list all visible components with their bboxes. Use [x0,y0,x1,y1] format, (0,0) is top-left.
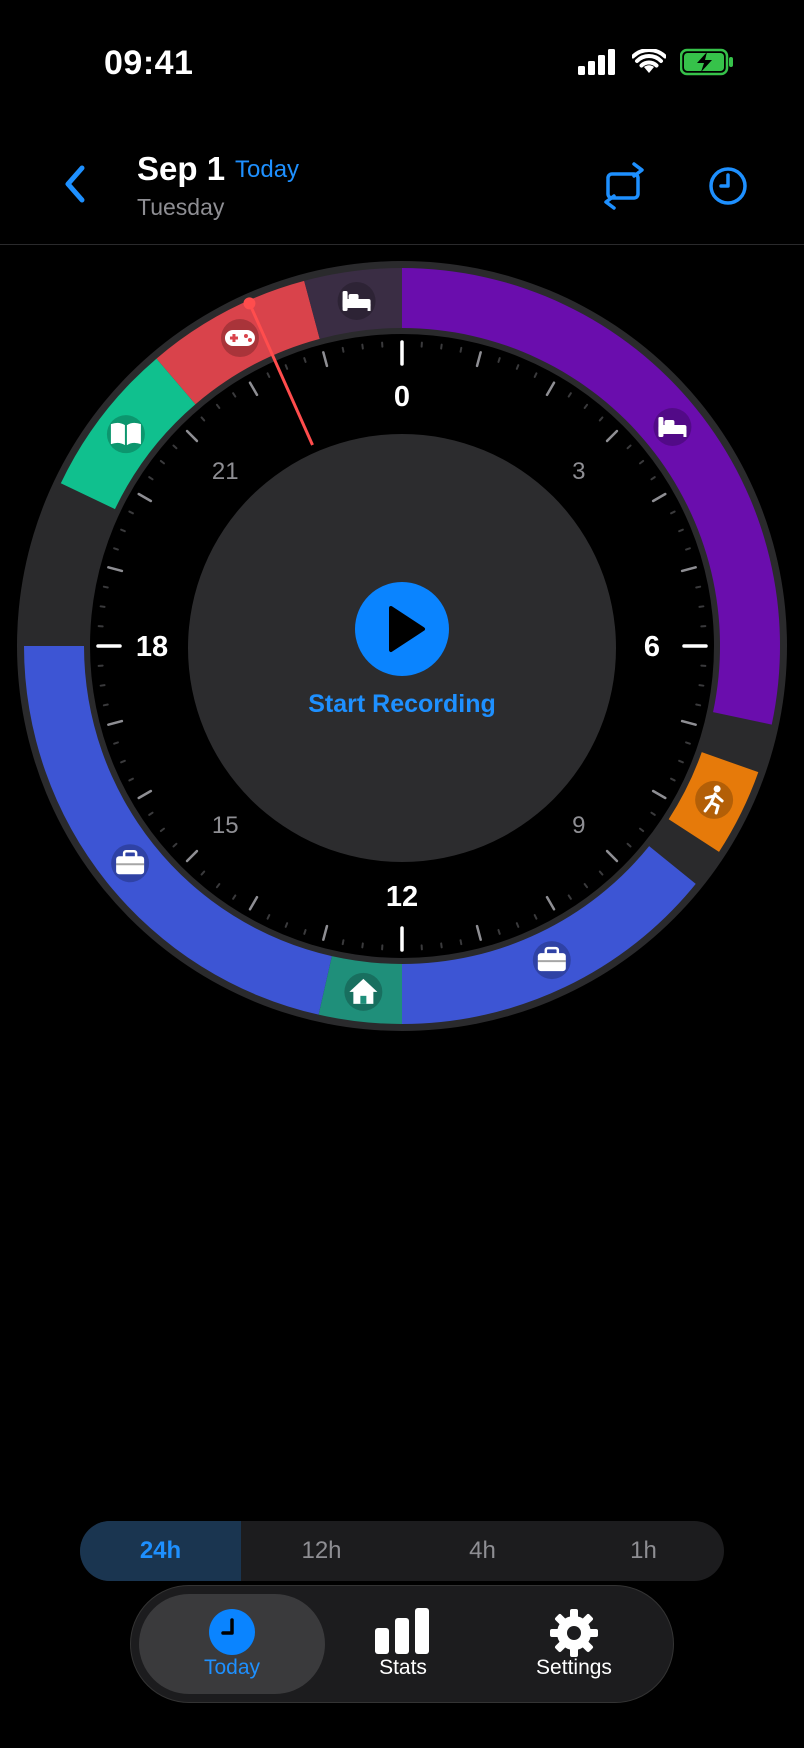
hour-tick [284,364,289,370]
rotate-view-icon[interactable] [598,160,650,212]
signal-icon [578,49,615,75]
hour-tick [361,343,364,350]
hour-tick [440,942,443,949]
briefcase-icon [111,844,150,883]
tab-stats-label: Stats [379,1656,427,1679]
hour-tick [459,346,463,353]
start-recording-label[interactable]: Start Recording [0,690,804,719]
hour-label: 6 [644,631,660,663]
status-bar: 09:41 [0,0,804,130]
gamepad-icon [220,319,259,358]
battery-charging-icon [680,48,733,76]
hour-tick [120,528,126,533]
hour-tick [113,547,119,551]
hour-tick [698,684,705,687]
today-link[interactable]: Today [235,156,299,184]
tab-today[interactable]: Today [139,1594,325,1694]
start-recording-button[interactable] [355,582,449,676]
range-24h[interactable]: 24h [80,1521,241,1581]
gear-icon [550,1609,598,1657]
hour-label: 18 [136,631,168,663]
range-selector: 24h 12h 4h 1h [80,1521,724,1581]
tab-settings-label: Settings [536,1656,612,1679]
bar-chart-icon [375,1608,429,1654]
hour-tick [497,357,501,363]
hour-tick [678,759,684,764]
hour-tick [459,939,463,946]
play-icon [389,606,425,652]
house-icon [344,972,383,1011]
tab-bar: Today Stats Settings [130,1585,674,1703]
running-icon [695,780,734,819]
hour-tick [99,684,106,687]
hour-tick [440,343,443,350]
hour-tick [698,605,705,608]
current-time-knob [243,297,256,310]
status-icons [578,48,734,76]
clock-history-icon[interactable] [702,160,754,212]
hour-tick [497,929,501,935]
hour-tick [99,605,106,608]
hour-tick [695,585,702,589]
hour-tick [341,939,345,946]
tab-stats[interactable]: Stats [310,1594,496,1694]
briefcase-icon [532,941,571,980]
hour-tick [361,942,364,949]
hour-tick [685,547,691,551]
tab-settings[interactable]: Settings [481,1594,667,1694]
hour-tick [284,922,289,928]
hour-label: 15 [212,812,239,839]
hour-tick [515,922,520,928]
hour-tick [113,741,119,745]
wifi-icon [632,49,666,73]
weekday-label: Tuesday [137,194,225,220]
range-12h[interactable]: 12h [241,1521,402,1581]
hour-tick [685,741,691,745]
hour-tick [678,528,684,533]
hour-label: 21 [212,458,239,485]
hour-label: 3 [572,458,585,485]
book-icon [106,415,145,454]
hour-tick [303,929,307,935]
date-title: Sep 1 [137,150,226,187]
bed-icon [653,407,692,446]
hour-label: 0 [394,381,410,413]
range-1h[interactable]: 1h [563,1521,724,1581]
hour-label: 9 [572,812,585,839]
tab-today-label: Today [203,1656,261,1679]
back-chevron-icon[interactable] [56,160,96,208]
hour-tick [341,346,345,353]
bed-icon [337,281,376,320]
header: Sep 1 Today Tuesday [0,130,804,245]
hour-tick [303,357,307,363]
clock-icon [209,1609,255,1655]
hour-label: 12 [386,881,418,913]
hour-tick [515,364,520,370]
status-time: 09:41 [104,44,194,82]
hour-tick [120,759,126,764]
hour-tick [102,585,109,589]
range-4h[interactable]: 4h [402,1521,563,1581]
